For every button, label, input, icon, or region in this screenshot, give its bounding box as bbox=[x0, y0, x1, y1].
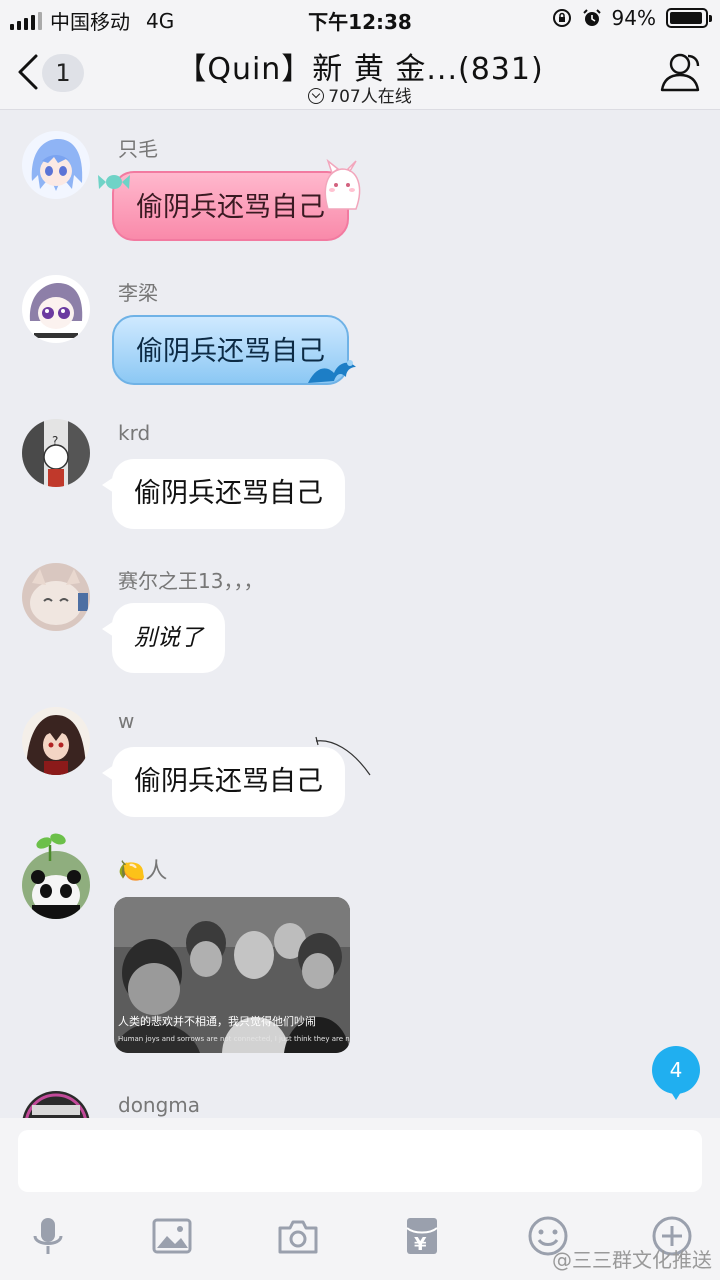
message-input[interactable] bbox=[18, 1130, 702, 1192]
online-count[interactable]: 707人在线 bbox=[0, 82, 720, 107]
microphone-icon[interactable] bbox=[26, 1214, 70, 1258]
sender-name: 🍋人 bbox=[118, 859, 168, 884]
candy-icon bbox=[98, 175, 130, 189]
message-bubble[interactable]: 偷阴兵还骂自己 bbox=[102, 459, 345, 529]
status-right: 94% bbox=[552, 6, 712, 30]
bunny-sticker-icon bbox=[324, 159, 361, 210]
sprout-icon bbox=[36, 833, 66, 861]
watermark: @三三群文化推送 bbox=[552, 1248, 712, 1272]
red-packet-icon[interactable]: ¥ bbox=[400, 1214, 444, 1258]
avatar[interactable] bbox=[22, 707, 90, 775]
svg-text:?: ? bbox=[52, 434, 58, 448]
sender-name: w bbox=[118, 709, 135, 733]
svg-text:¥: ¥ bbox=[414, 1234, 427, 1255]
image-caption: 人类的悲欢并不相通，我只觉得他们吵闹 bbox=[118, 1015, 316, 1028]
sender-name: 李梁 bbox=[118, 281, 158, 305]
message-list[interactable]: 只毛 偷阴兵还骂自己 李梁 偷阴兵还骂自己 ? krd 偷阴兵还骂自己 赛尔之王… bbox=[0, 111, 720, 1118]
wave-decoration-icon bbox=[308, 360, 356, 383]
new-messages-badge[interactable]: 4 bbox=[652, 1046, 700, 1100]
image-message[interactable]: 人类的悲欢并不相通，我只觉得他们吵闹 Human joys and sorrow… bbox=[114, 897, 350, 1053]
chat-header: 1 【Quin】新 黄 金...(831) 707人在线 bbox=[0, 36, 720, 110]
rotation-lock-icon bbox=[552, 9, 571, 27]
avatar[interactable] bbox=[22, 275, 90, 343]
camera-icon[interactable] bbox=[276, 1214, 320, 1258]
bubble-decoration-icon bbox=[315, 736, 371, 776]
sender-name: dongma bbox=[118, 1093, 201, 1117]
avatar[interactable]: ? bbox=[22, 419, 90, 487]
battery-percent: 94% bbox=[611, 6, 656, 30]
avatar[interactable] bbox=[22, 563, 90, 631]
message-bubble[interactable]: 偷阴兵还骂自己 bbox=[102, 747, 345, 817]
avatar[interactable] bbox=[22, 851, 90, 919]
image-caption-english: Human joys and sorrows are not connected… bbox=[118, 1035, 350, 1043]
alarm-icon bbox=[582, 9, 601, 26]
sender-name: 赛尔之王13，，， bbox=[118, 569, 264, 593]
online-count-text: 707人在线 bbox=[328, 87, 412, 107]
chevron-down-icon bbox=[308, 88, 325, 104]
sender-name: 只毛 bbox=[118, 137, 158, 161]
avatar[interactable] bbox=[22, 1091, 90, 1118]
group-members-icon[interactable] bbox=[658, 50, 702, 94]
message-bubble[interactable]: 别说了 bbox=[102, 603, 225, 673]
sender-name: krd bbox=[118, 421, 151, 445]
message-bubble[interactable]: 偷阴兵还骂自己 bbox=[112, 171, 349, 241]
avatar[interactable] bbox=[22, 131, 90, 199]
image-icon[interactable] bbox=[150, 1214, 194, 1258]
battery-icon bbox=[666, 8, 712, 28]
status-bar: 中国移动 4G 下午12:38 94% bbox=[0, 0, 720, 36]
